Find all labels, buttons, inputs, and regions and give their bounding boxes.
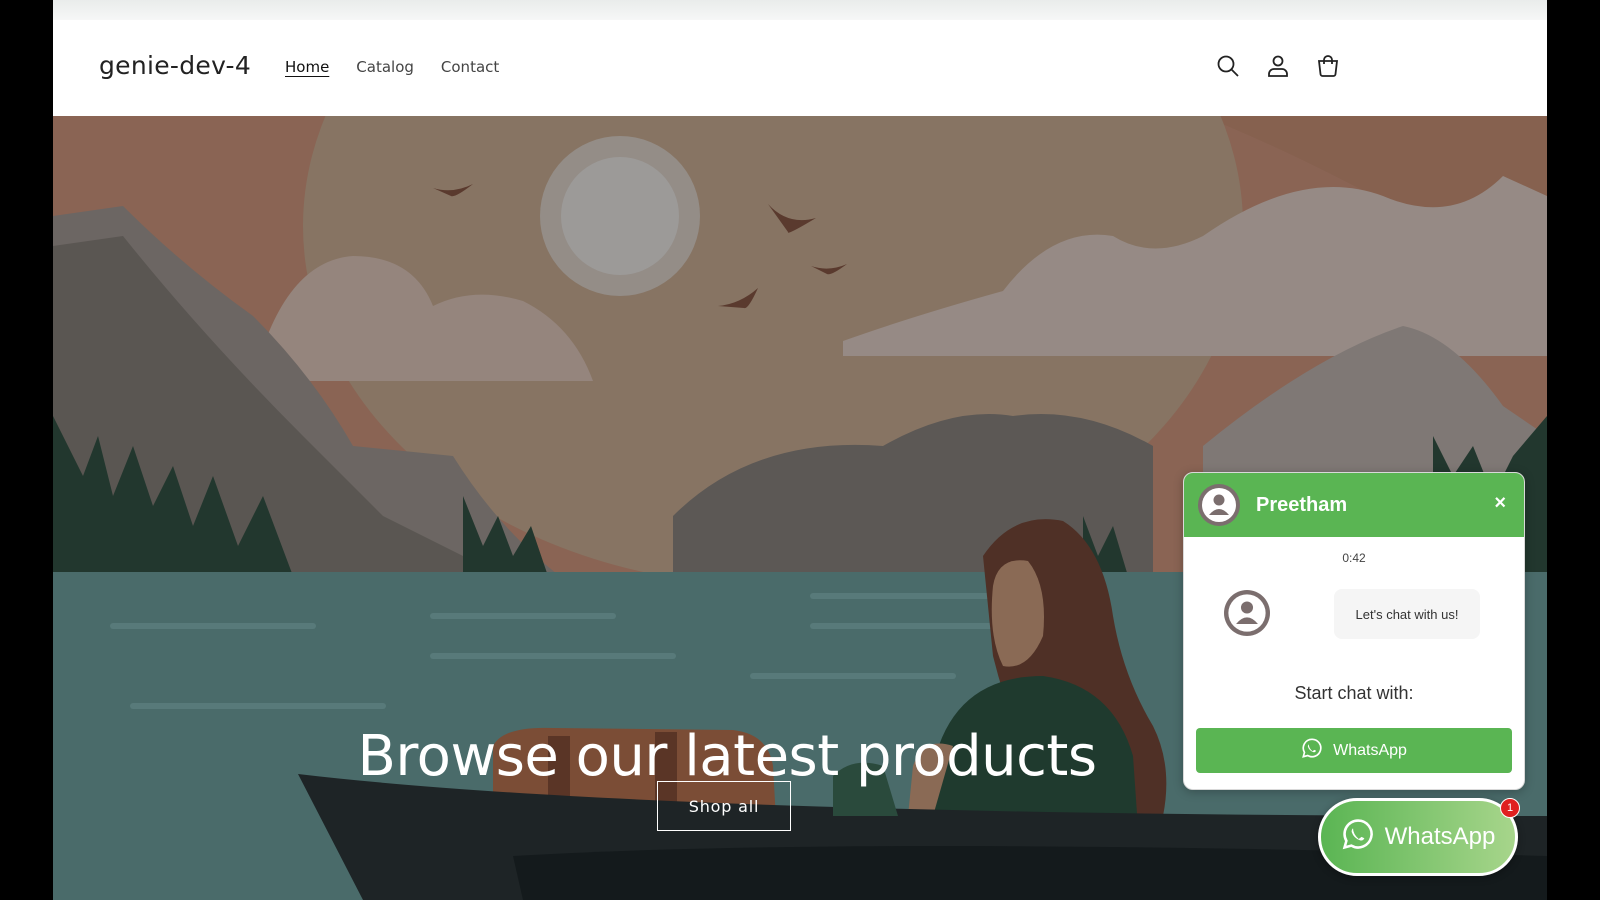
header-icons bbox=[1216, 54, 1340, 78]
main-nav: Home Catalog Contact bbox=[285, 58, 499, 76]
notification-badge: 1 bbox=[1500, 798, 1520, 818]
chat-timestamp: 0:42 bbox=[1342, 551, 1366, 565]
agent-avatar-icon bbox=[1198, 484, 1240, 526]
chat-whatsapp-button[interactable]: WhatsApp bbox=[1196, 728, 1512, 773]
whatsapp-icon bbox=[1301, 737, 1323, 764]
chat-widget: Preetham × 0:42 Let's chat with us! Star… bbox=[1183, 472, 1525, 790]
chat-whatsapp-label: WhatsApp bbox=[1333, 741, 1407, 759]
search-icon[interactable] bbox=[1216, 54, 1240, 78]
top-strip bbox=[53, 0, 1547, 21]
nav-catalog[interactable]: Catalog bbox=[356, 58, 414, 76]
chat-header: Preetham × bbox=[1184, 473, 1524, 537]
whatsapp-floating-button[interactable]: WhatsApp bbox=[1318, 798, 1518, 876]
chat-message-bubble: Let's chat with us! bbox=[1334, 589, 1480, 639]
fab-label: WhatsApp bbox=[1384, 823, 1496, 850]
close-icon[interactable]: × bbox=[1494, 491, 1506, 515]
whatsapp-icon bbox=[1341, 817, 1375, 858]
nav-home[interactable]: Home bbox=[285, 58, 329, 76]
agent-name: Preetham bbox=[1256, 494, 1348, 516]
cart-icon[interactable] bbox=[1316, 54, 1340, 78]
nav-contact[interactable]: Contact bbox=[441, 58, 499, 76]
account-icon[interactable] bbox=[1266, 54, 1290, 78]
site-header: genie-dev-4 Home Catalog Contact bbox=[53, 20, 1547, 116]
start-chat-label: Start chat with: bbox=[1294, 683, 1414, 703]
store-logo[interactable]: genie-dev-4 bbox=[99, 51, 251, 80]
shop-all-button[interactable]: Shop all bbox=[657, 781, 791, 831]
message-avatar-icon bbox=[1224, 590, 1270, 636]
